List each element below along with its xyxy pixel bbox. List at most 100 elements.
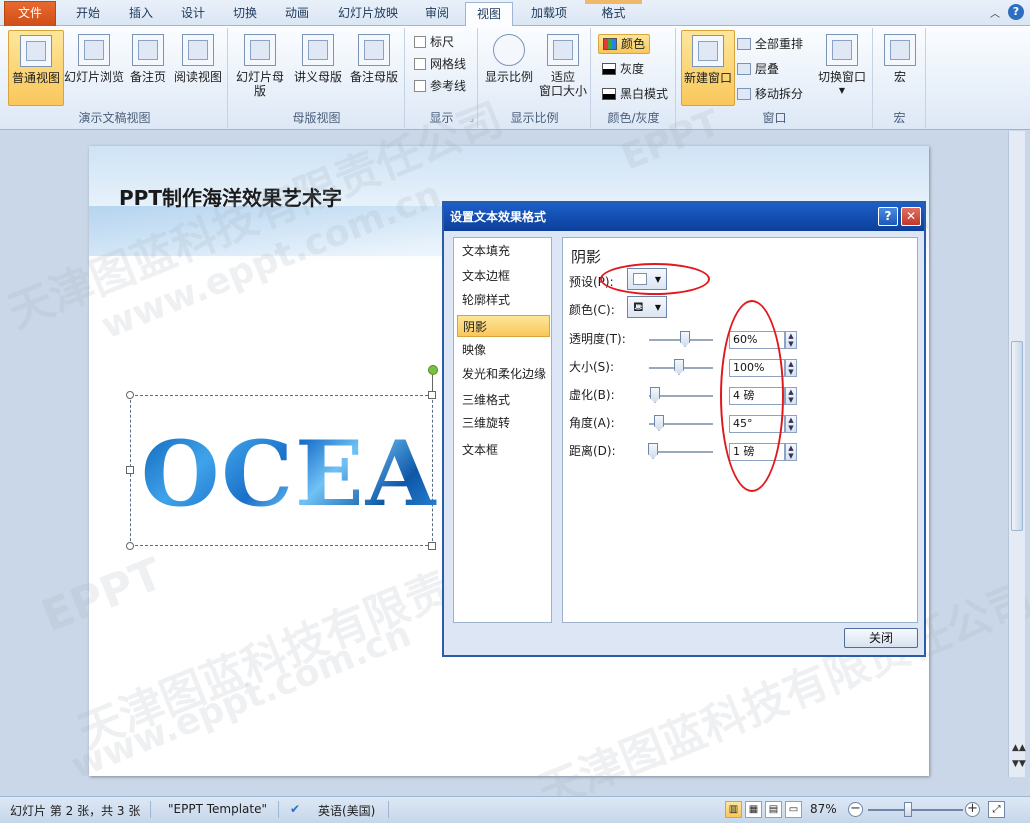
tab-transitions[interactable]: 切换 <box>222 2 268 26</box>
black-white-icon <box>602 88 616 100</box>
reading-view-icon[interactable]: ▤ <box>765 801 782 818</box>
scrollbar-thumb[interactable] <box>1011 341 1023 531</box>
shadow-settings-panel: 阴影 预设(P): ▼ 颜色(C): ⛾ ▼ 透明度(T): 60% ▲ ▼ 大小… <box>562 237 918 623</box>
size-input[interactable]: 100% <box>729 359 785 377</box>
arrange-all-icon <box>737 38 751 50</box>
blur-spinner[interactable]: ▲ ▼ <box>785 387 797 405</box>
shadow-color-dropdown[interactable]: ⛾ ▼ <box>627 296 667 318</box>
zoom-out-icon[interactable]: − <box>848 802 863 817</box>
tab-format[interactable]: 格式 <box>585 2 642 26</box>
tab-slideshow[interactable]: 幻灯片放映 <box>328 2 408 26</box>
new-window-button[interactable]: 新建窗口 <box>681 30 735 106</box>
nav-text-fill[interactable]: 文本填充 <box>457 240 550 262</box>
nav-glow-soft-edges[interactable]: 发光和柔化边缘 <box>457 363 550 385</box>
spellcheck-icon[interactable]: ✔ <box>290 802 300 816</box>
dialog-close-x-button[interactable]: ✕ <box>901 207 921 226</box>
distance-spinner[interactable]: ▲ ▼ <box>785 443 797 461</box>
blur-slider-thumb[interactable] <box>650 387 660 403</box>
macros-button[interactable]: 宏 <box>880 30 920 106</box>
reading-view-button[interactable]: 阅读视图 <box>172 30 224 106</box>
tab-home[interactable]: 开始 <box>64 2 112 26</box>
tab-insert[interactable]: 插入 <box>118 2 164 26</box>
angle-spinner[interactable]: ▲ ▼ <box>785 415 797 433</box>
fit-slide-icon[interactable]: ⤢ <box>988 801 1005 818</box>
nav-text-outline[interactable]: 文本边框 <box>457 265 550 287</box>
transparency-slider-thumb[interactable] <box>680 331 690 347</box>
next-slide-icon[interactable]: ▼▼ <box>1012 759 1026 769</box>
size-slider-thumb[interactable] <box>674 359 684 375</box>
language-indicator[interactable]: 英语(美国) <box>318 802 375 819</box>
nav-3d-rotation[interactable]: 三维旋转 <box>457 412 550 434</box>
zoom-slider-thumb[interactable] <box>904 802 912 817</box>
black-white-mode-button[interactable]: 黑白模式 <box>602 84 668 104</box>
gridlines-checkbox[interactable]: 网格线 <box>414 54 466 74</box>
dialog-close-button[interactable]: 关闭 <box>844 628 918 648</box>
ocean-art-text[interactable]: OCEA <box>141 421 441 527</box>
switch-windows-icon <box>826 34 858 66</box>
angle-slider-thumb[interactable] <box>654 415 664 431</box>
ribbon-view: 普通视图 幻灯片浏览 备注页 阅读视图 演示文稿视图 幻灯片母版 讲义母版 备注… <box>0 26 1030 130</box>
fit-to-window-button[interactable]: 适应 窗口大小 <box>537 30 589 106</box>
slideshow-icon[interactable]: ▭ <box>785 801 802 818</box>
distance-slider[interactable] <box>649 451 713 453</box>
switch-windows-button[interactable]: 切换窗口 ▼ <box>815 30 869 106</box>
transparency-input[interactable]: 60% <box>729 331 785 349</box>
help-icon[interactable]: ? <box>1008 4 1024 20</box>
slide-sorter-button[interactable]: 幻灯片浏览 <box>64 30 124 106</box>
cascade-button[interactable]: 层叠 <box>737 59 779 79</box>
slide-sorter-icon[interactable]: ▦ <box>745 801 762 818</box>
angle-input[interactable]: 45° <box>729 415 785 433</box>
new-window-icon <box>692 35 724 67</box>
cascade-icon <box>737 63 751 75</box>
zoom-in-icon[interactable]: + <box>965 802 980 817</box>
tab-view[interactable]: 视图 <box>465 2 513 27</box>
prev-slide-icon[interactable]: ▲▲ <box>1012 743 1026 753</box>
notes-page-button[interactable]: 备注页 <box>126 30 170 106</box>
nav-shadow[interactable]: 阴影 <box>457 315 550 337</box>
distance-label: 距离(D): <box>569 444 616 458</box>
minimize-ribbon-icon[interactable]: ︿ <box>990 5 1000 20</box>
resize-handle-t[interactable] <box>428 391 436 399</box>
normal-view-icon[interactable]: ▥ <box>725 801 742 818</box>
slide-title[interactable]: PPT制作海洋效果艺术字 <box>119 182 342 211</box>
transparency-spinner[interactable]: ▲ ▼ <box>785 331 797 349</box>
nav-text-box[interactable]: 文本框 <box>457 439 550 461</box>
resize-handle-tl[interactable] <box>126 391 134 399</box>
tab-animations[interactable]: 动画 <box>274 2 320 26</box>
blur-input[interactable]: 4 磅 <box>729 387 785 405</box>
preset-dropdown[interactable]: ▼ <box>627 268 667 290</box>
normal-view-button[interactable]: 普通视图 <box>8 30 64 106</box>
arrange-all-button[interactable]: 全部重排 <box>737 34 803 54</box>
paint-bucket-icon: ⛾ <box>633 300 644 315</box>
resize-handle-bl[interactable] <box>126 542 134 550</box>
size-spinner[interactable]: ▲ ▼ <box>785 359 797 377</box>
vertical-scrollbar[interactable]: ▲▲ ▼▼ <box>1008 131 1026 777</box>
tab-review[interactable]: 审阅 <box>414 2 460 26</box>
nav-3d-format[interactable]: 三维格式 <box>457 389 550 411</box>
ruler-checkbox[interactable]: 标尺 <box>414 32 454 52</box>
move-split-button[interactable]: 移动拆分 <box>737 84 803 104</box>
color-mode-button[interactable]: 颜色 <box>598 34 651 54</box>
slide-master-button[interactable]: 幻灯片母版 <box>231 30 289 106</box>
tab-file[interactable]: 文件 <box>4 1 56 26</box>
zoom-level[interactable]: 87% <box>810 802 837 816</box>
group-color-grayscale: 颜色 灰度 黑白模式 颜色/灰度 <box>592 28 676 128</box>
nav-reflection[interactable]: 映像 <box>457 339 550 361</box>
tab-addins[interactable]: 加载项 <box>520 2 578 26</box>
dialog-launcher-icon[interactable]: ⌟ <box>470 114 474 124</box>
rotation-handle[interactable] <box>428 365 438 375</box>
distance-input[interactable]: 1 磅 <box>729 443 785 461</box>
notes-master-button[interactable]: 备注母版 <box>347 30 401 106</box>
nav-outline-style[interactable]: 轮廓样式 <box>457 289 550 311</box>
zoom-slider[interactable] <box>868 809 963 811</box>
distance-slider-thumb[interactable] <box>648 443 658 459</box>
grayscale-mode-button[interactable]: 灰度 <box>602 59 644 79</box>
zoom-button[interactable]: 显示比例 <box>481 30 537 106</box>
dialog-help-button[interactable]: ? <box>878 207 898 226</box>
guides-checkbox[interactable]: 参考线 <box>414 76 466 96</box>
move-split-icon <box>737 88 751 100</box>
resize-handle-b[interactable] <box>428 542 436 550</box>
handout-master-button[interactable]: 讲义母版 <box>291 30 345 106</box>
resize-handle-l[interactable] <box>126 466 134 474</box>
tab-design[interactable]: 设计 <box>170 2 216 26</box>
